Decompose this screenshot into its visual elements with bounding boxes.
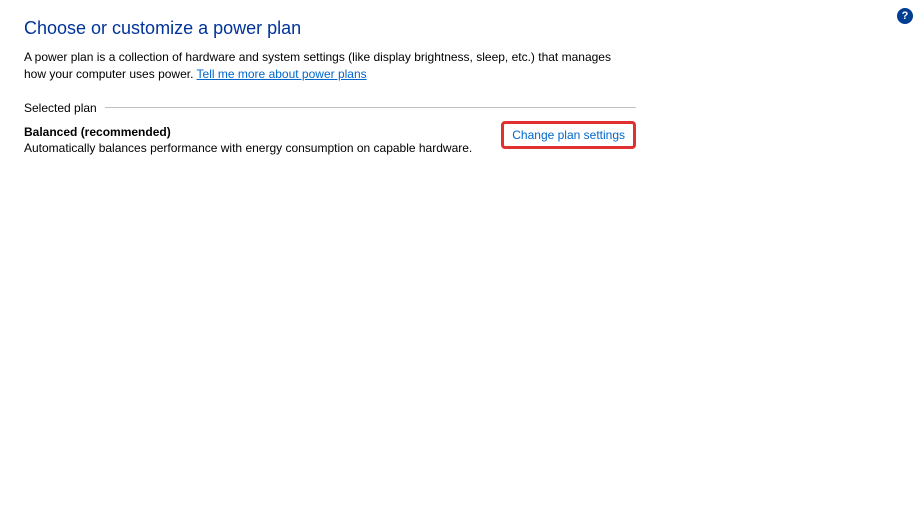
highlight-box: Change plan settings bbox=[501, 121, 636, 149]
power-options-panel: Choose or customize a power plan A power… bbox=[0, 0, 660, 173]
page-description: A power plan is a collection of hardware… bbox=[24, 49, 636, 83]
learn-more-link[interactable]: Tell me more about power plans bbox=[197, 67, 367, 81]
section-divider bbox=[105, 107, 636, 108]
plan-row: Balanced (recommended) Automatically bal… bbox=[24, 125, 636, 155]
plan-description: Automatically balances performance with … bbox=[24, 141, 493, 155]
help-icon-symbol: ? bbox=[902, 10, 909, 22]
plan-name: Balanced (recommended) bbox=[24, 125, 493, 139]
help-icon[interactable]: ? bbox=[897, 8, 913, 24]
page-title: Choose or customize a power plan bbox=[24, 18, 636, 39]
change-plan-settings-link[interactable]: Change plan settings bbox=[512, 128, 625, 142]
section-header: Selected plan bbox=[24, 101, 636, 115]
plan-info: Balanced (recommended) Automatically bal… bbox=[24, 125, 493, 155]
section-label: Selected plan bbox=[24, 101, 105, 115]
